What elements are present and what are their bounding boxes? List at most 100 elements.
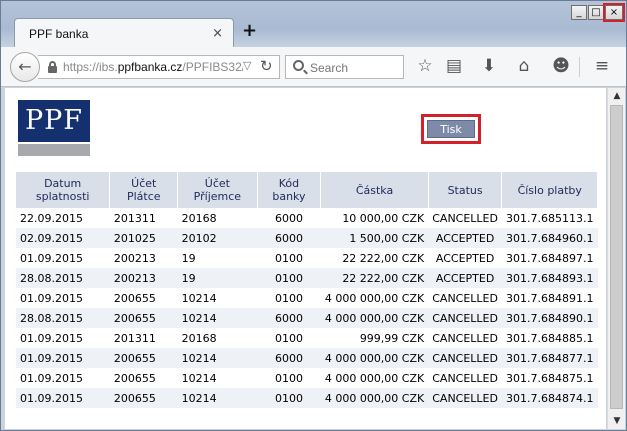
- print-button-highlight: Tisk: [421, 114, 481, 144]
- url-prefix: https://ibs.: [63, 60, 118, 74]
- table-row[interactable]: 01.09.2015 201311 20168 0100 999,99 CZK CANCE…: [16, 328, 598, 348]
- table-cell: 6000: [257, 228, 321, 248]
- table-cell: 0100: [257, 288, 321, 308]
- table-cell: 301.7.684893.1: [501, 268, 598, 288]
- reload-icon[interactable]: ↻: [260, 57, 273, 75]
- table-cell: 20168: [177, 208, 258, 228]
- tab-title: PPF banka: [29, 27, 89, 41]
- table-row[interactable]: 01.09.2015 200213 19 0100 22 222,00 CZK ACCEP…: [16, 248, 598, 268]
- page-content: PPF Tisk Datum splatnosti Účet Plátce Úč…: [5, 88, 606, 429]
- table-row[interactable]: 01.09.2015 200655 10214 6000 4 000 000,00 CZ…: [16, 348, 598, 368]
- close-window-button[interactable]: ×: [603, 3, 625, 22]
- bookmark-star-icon[interactable]: ☆: [414, 56, 436, 76]
- table-cell: CANCELLED: [428, 208, 502, 228]
- table-cell: 200213: [109, 248, 178, 268]
- table-cell: 01.09.2015: [16, 288, 110, 308]
- navigation-bar: https://ibs.ppfbanka.cz/PPFIBS32/C ▽ ↻ ←…: [1, 47, 626, 87]
- table-cell: 10214: [177, 388, 258, 408]
- table-row[interactable]: 01.09.2015 200655 10214 0100 4 000 000,00 CZ…: [16, 388, 598, 408]
- menu-icon[interactable]: ≡: [591, 56, 613, 76]
- table-cell: 200655: [109, 348, 178, 368]
- table-cell: ACCEPTED: [428, 268, 502, 288]
- table-cell: 28.08.2015: [16, 268, 110, 288]
- table-cell: 200213: [109, 268, 178, 288]
- col-payment-number[interactable]: Číslo platby: [501, 172, 598, 208]
- chat-icon[interactable]: ☻: [550, 56, 572, 76]
- col-payer-account[interactable]: Účet Plátce: [109, 172, 179, 208]
- maximize-button[interactable]: □: [588, 5, 604, 20]
- dropdown-arrow-icon[interactable]: ▽: [243, 59, 251, 72]
- table-cell: ACCEPTED: [428, 228, 502, 248]
- table-cell: 22 222,00 CZK: [320, 248, 429, 268]
- table-cell: 201311: [109, 328, 178, 348]
- url-bar[interactable]: https://ibs.ppfbanka.cz/PPFIBS32/C ▽ ↻: [38, 55, 280, 79]
- table-cell: 201311: [109, 208, 178, 228]
- url-domain: ppfbanka.cz: [117, 60, 183, 74]
- table-cell: CANCELLED: [428, 328, 502, 348]
- new-tab-button[interactable]: +: [242, 20, 257, 41]
- toolbar-divider: [579, 57, 580, 77]
- table-cell: CANCELLED: [428, 308, 502, 328]
- table-cell: 20168: [177, 328, 258, 348]
- table-cell: 301.7.684890.1: [501, 308, 598, 328]
- home-icon[interactable]: ⌂: [513, 56, 535, 76]
- table-cell: CANCELLED: [428, 388, 502, 408]
- table-row[interactable]: 01.09.2015 200655 10214 0100 4 000 000,00 CZ…: [16, 368, 598, 388]
- table-cell: 301.7.684891.1: [501, 288, 598, 308]
- table-cell: 6000: [257, 308, 321, 328]
- window-controls: _ □ ×: [571, 3, 625, 22]
- vertical-scrollbar[interactable]: ▲ ▼: [607, 88, 625, 429]
- scroll-up-icon[interactable]: ▲: [608, 88, 626, 104]
- table-cell: 201025: [109, 228, 178, 248]
- back-button[interactable]: ←: [10, 52, 40, 82]
- title-bar: _ □ × PPF banka × +: [1, 1, 626, 48]
- table-cell: 200655: [109, 368, 178, 388]
- table-cell: 200655: [109, 388, 178, 408]
- minimize-button[interactable]: _: [571, 5, 587, 20]
- table-cell: 01.09.2015: [16, 348, 110, 368]
- table-cell: 6000: [257, 348, 321, 368]
- table-cell: 6000: [257, 208, 321, 228]
- col-amount[interactable]: Částka: [320, 172, 429, 208]
- table-cell: 301.7.685113.1: [501, 208, 598, 228]
- table-row[interactable]: 22.09.2015 201311 20168 6000 10 000,00 CZK CA…: [16, 208, 598, 228]
- logo-text: PPF: [18, 100, 90, 142]
- url-path: /PPFIBS32/C: [182, 60, 243, 74]
- print-button[interactable]: Tisk: [427, 120, 475, 138]
- table-cell: 28.08.2015: [16, 308, 110, 328]
- table-cell: 301.7.684874.1: [501, 388, 598, 408]
- col-due-date[interactable]: Datum splatnosti: [16, 172, 111, 208]
- table-cell: ACCEPTED: [428, 248, 502, 268]
- table-cell: CANCELLED: [428, 368, 502, 388]
- table-cell: 999,99 CZK: [320, 328, 429, 348]
- col-recipient-account[interactable]: Účet Příjemce: [177, 172, 258, 208]
- table-row[interactable]: 28.08.2015 200213 19 0100 22 222,00 CZK ACCEP…: [16, 268, 598, 288]
- table-row[interactable]: 01.09.2015 200655 10214 0100 4 000 000,00 CZ…: [16, 288, 598, 308]
- table-row[interactable]: 02.09.2015 201025 20102 6000 1 500,00 CZK ACC…: [16, 228, 598, 248]
- table-cell: 22 222,00 CZK: [320, 268, 429, 288]
- table-cell: 10214: [177, 348, 258, 368]
- scroll-thumb[interactable]: [610, 105, 623, 409]
- table-cell: 4 000 000,00 CZK: [320, 388, 429, 408]
- scroll-down-icon[interactable]: ▼: [608, 413, 626, 429]
- table-cell: 02.09.2015: [16, 228, 110, 248]
- reading-list-icon[interactable]: ▤: [443, 56, 465, 76]
- table-cell: 0100: [257, 268, 321, 288]
- table-cell: 301.7.684877.1: [501, 348, 598, 368]
- table-cell: 0100: [257, 368, 321, 388]
- table-row[interactable]: 28.08.2015 200655 10214 6000 4 000 000,00 CZ…: [16, 308, 598, 328]
- table-cell: 01.09.2015: [16, 248, 110, 268]
- browser-tab[interactable]: PPF banka ×: [14, 18, 234, 48]
- download-icon[interactable]: ⬇: [478, 56, 500, 76]
- table-header-row: Datum splatnosti Účet Plátce Účet Příjem…: [16, 172, 598, 208]
- col-bank-code[interactable]: Kód banky: [257, 172, 322, 208]
- table-cell: CANCELLED: [428, 288, 502, 308]
- table-cell: 01.09.2015: [16, 328, 110, 348]
- table-cell: 301.7.684897.1: [501, 248, 598, 268]
- url-text[interactable]: https://ibs.ppfbanka.cz/PPFIBS32/C: [63, 60, 243, 74]
- tab-close-icon[interactable]: ×: [212, 26, 223, 41]
- table-body: 22.09.2015 201311 20168 6000 10 000,00 CZK CA…: [16, 208, 598, 408]
- search-input[interactable]: Search: [285, 55, 404, 79]
- table-cell: 20102: [177, 228, 258, 248]
- col-status[interactable]: Status: [428, 172, 503, 208]
